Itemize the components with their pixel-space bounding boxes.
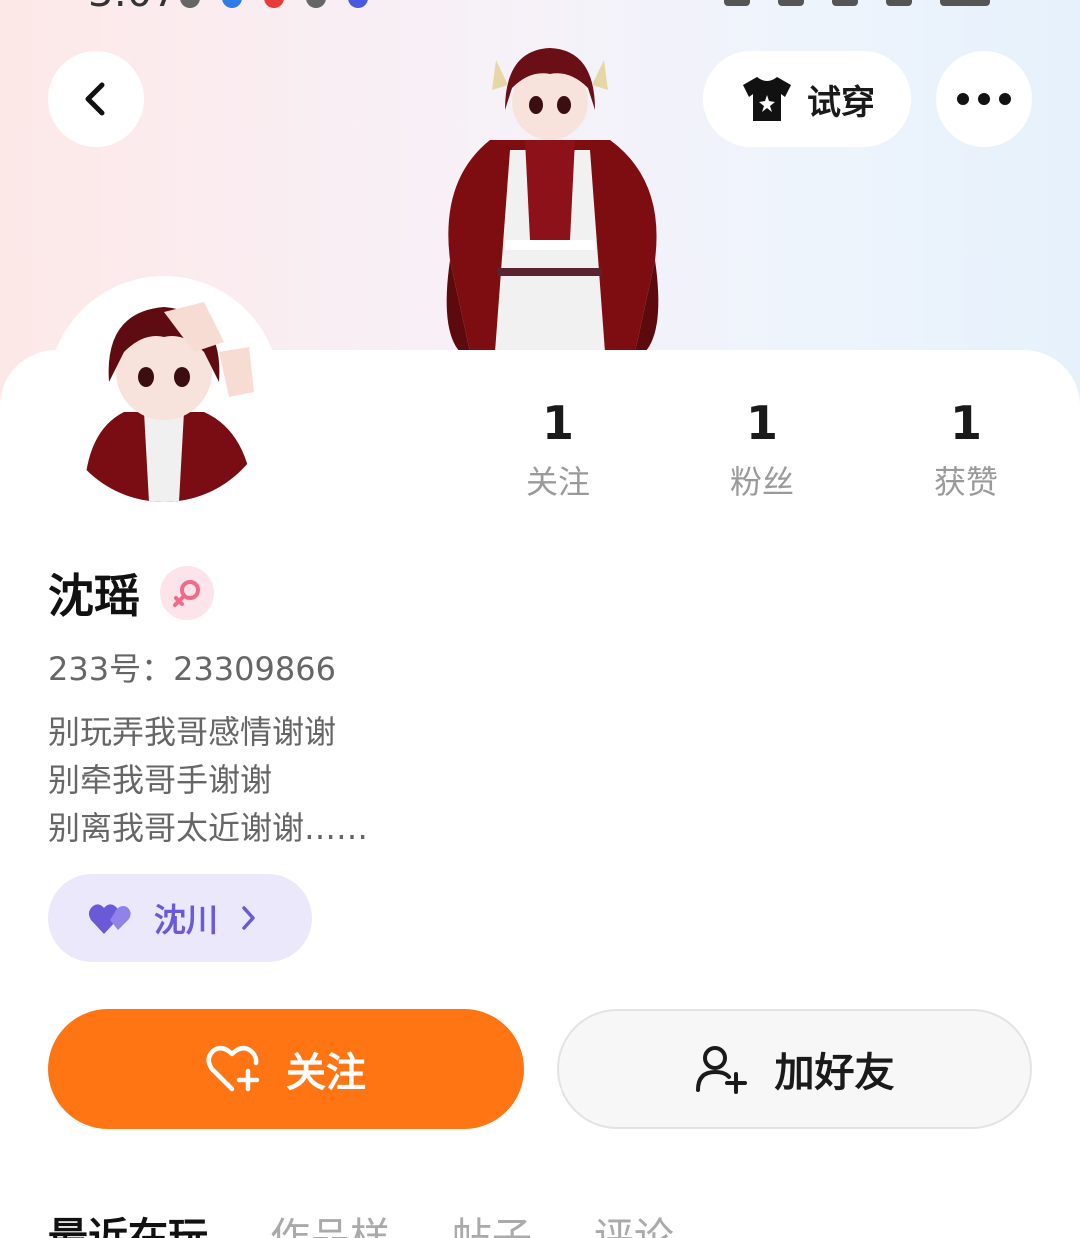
double-heart-icon	[88, 904, 131, 934]
add-friend-button[interactable]: 加好友	[557, 1009, 1032, 1129]
stat-label: 关注	[525, 463, 590, 501]
try-on-button[interactable]: 试穿	[703, 51, 911, 147]
heart-plus-icon	[206, 1045, 260, 1092]
status-bar: 3:07	[0, 0, 1080, 14]
stat-label: 获赞	[933, 463, 998, 501]
stat-following[interactable]: 1 关注	[478, 395, 638, 503]
more-dots-icon	[957, 93, 1011, 105]
chevron-left-icon	[85, 82, 105, 116]
more-button[interactable]	[936, 51, 1032, 147]
tshirt-icon	[743, 77, 791, 121]
female-icon	[173, 580, 200, 607]
try-on-label: 试穿	[807, 82, 875, 123]
bio: 别玩弄我哥感情谢谢 别牵我哥手谢谢 别离我哥太近谢谢……	[48, 708, 368, 852]
name-row: 沈瑶	[48, 560, 214, 626]
stat-value: 1	[541, 396, 574, 450]
stat-label: 粉丝	[729, 463, 794, 501]
follow-button[interactable]: 关注	[48, 1009, 524, 1129]
stat-value: 1	[745, 396, 778, 450]
back-button[interactable]	[48, 51, 144, 147]
gender-badge	[160, 566, 214, 620]
stat-value: 1	[949, 396, 982, 450]
tab-posts[interactable]: 帖子	[452, 1214, 532, 1238]
tab-comments[interactable]: 评论	[594, 1214, 674, 1238]
add-friend-label: 加好友	[774, 1050, 895, 1096]
stat-likes[interactable]: 1 获赞	[886, 395, 1046, 503]
profile-name: 沈瑶	[48, 569, 140, 623]
avatar-image	[54, 282, 274, 502]
stat-followers[interactable]: 1 粉丝	[682, 395, 842, 503]
profile-tabs: 最近在玩 作品样 帖子 评论	[48, 1214, 674, 1238]
user-plus-icon	[695, 1046, 747, 1094]
user-id: 233号：23309866	[48, 650, 336, 688]
bio-line: 别玩弄我哥感情谢谢	[48, 713, 337, 751]
bio-line: 别离我哥太近谢谢……	[48, 809, 369, 847]
tab-works[interactable]: 作品样	[270, 1214, 390, 1238]
avatar[interactable]	[48, 276, 280, 508]
notification-icons	[180, 0, 368, 8]
relation-label: 沈川	[154, 901, 219, 939]
character-3d-figure[interactable]	[410, 30, 690, 352]
chevron-right-icon	[242, 906, 255, 930]
follow-label: 关注	[286, 1050, 366, 1096]
tab-recently-played[interactable]: 最近在玩	[48, 1214, 208, 1238]
status-time: 3:07	[88, 0, 178, 14]
system-status-icons	[724, 0, 990, 6]
bio-line: 别牵我哥手谢谢	[48, 761, 273, 799]
relation-tag[interactable]: 沈川	[48, 874, 312, 962]
